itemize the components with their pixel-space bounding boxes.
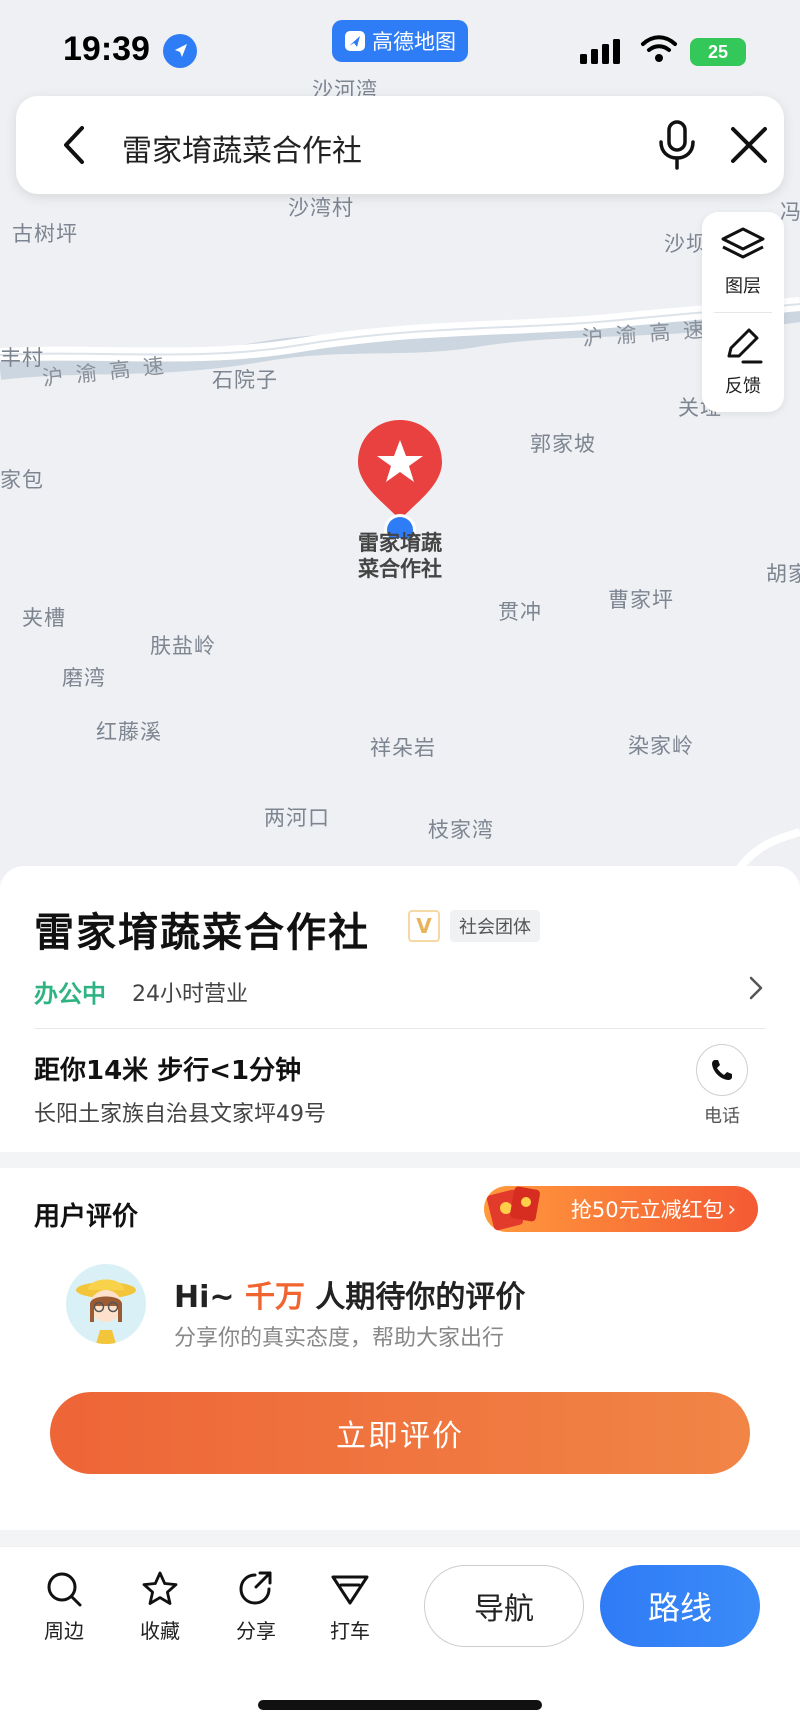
close-icon <box>731 127 767 163</box>
taxi-label: 打车 <box>330 1619 370 1643</box>
poi-title: 雷家堉蔬菜合作社 <box>34 910 370 956</box>
distance-info: 距你14米 步行<1分钟 <box>34 1056 302 1086</box>
share-button[interactable]: 分享 <box>216 1569 296 1655</box>
poi-info-card: 雷家堉蔬菜合作社 V 社会团体 办公中 24小时营业 距你14米 步行<1分钟 … <box>0 866 800 1152</box>
place-label: 曹家坪 <box>608 588 674 612</box>
home-indicator <box>258 1700 542 1710</box>
reviewer-avatar-icon <box>66 1264 146 1344</box>
place-label: 两河口 <box>264 806 330 830</box>
nearby-label: 周边 <box>44 1619 84 1643</box>
status-bar: 19:39 高德地图 25 <box>0 0 800 100</box>
cellular-signal-icon <box>580 39 620 64</box>
review-section-title: 用户评价 <box>34 1202 139 1232</box>
place-label: 贯冲 <box>498 600 542 624</box>
address: 长阳土家族自治县文家坪49号 <box>34 1102 326 1127</box>
map-tools-panel: 图层 反馈 <box>702 212 784 412</box>
place-label: 磨湾 <box>62 666 106 690</box>
review-prompt: Hi~ 千万 人期待你的评价 <box>174 1272 525 1316</box>
place-label: 沙湾村 <box>288 196 354 220</box>
battery-level: 25 <box>707 41 729 62</box>
place-label: 红藤溪 <box>96 720 162 744</box>
chevron-right-icon[interactable] <box>746 974 766 1002</box>
battery-indicator: 25 <box>690 38 746 66</box>
feedback-label: 反馈 <box>725 376 761 397</box>
avatar <box>66 1264 146 1344</box>
gaode-logo-icon <box>345 31 365 51</box>
phone-icon <box>712 1060 732 1080</box>
layers-button[interactable]: 图层 <box>702 212 784 312</box>
favorite-label: 收藏 <box>140 1619 180 1643</box>
promo-label: 抢50元立减红包 <box>570 1198 724 1222</box>
navigate-button[interactable]: 导航 <box>424 1565 584 1647</box>
place-label: 胡家 <box>766 562 800 586</box>
search-bar[interactable]: 雷家堉蔬菜合作社 <box>16 96 784 194</box>
red-envelope-icon <box>486 1186 540 1231</box>
business-hours[interactable]: 24小时营业 <box>132 976 248 1008</box>
prompt-highlight: 千万 <box>244 1280 305 1315</box>
place-label: 肤盐岭 <box>150 634 216 658</box>
taxi-icon <box>331 1575 369 1605</box>
place-label: 枝家湾 <box>428 818 494 842</box>
edit-icon <box>727 328 763 364</box>
place-label: 古树坪 <box>12 222 78 246</box>
place-label: 石院子 <box>212 368 278 392</box>
map-pin-icon <box>358 420 442 546</box>
poi-marker[interactable] <box>352 418 448 546</box>
share-icon <box>239 1571 272 1605</box>
app-return-pill[interactable]: 高德地图 <box>332 20 468 62</box>
layers-label: 图层 <box>725 276 761 297</box>
search-query[interactable]: 雷家堉蔬菜合作社 <box>122 126 362 170</box>
place-label: 家包 <box>0 468 44 492</box>
review-card: 用户评价 抢50元立减红包 › Hi~ 千万 人期待你的评价 分享你的真实态度，… <box>0 1168 800 1530</box>
place-label: 染家岭 <box>628 734 694 758</box>
place-label: 夹槽 <box>22 606 66 630</box>
review-subtitle: 分享你的真实态度，帮助大家出行 <box>174 1326 505 1351</box>
rate-now-button[interactable]: 立即评价 <box>50 1392 750 1474</box>
share-label: 分享 <box>236 1619 276 1643</box>
star-icon <box>142 1571 178 1605</box>
layers-icon <box>721 227 765 259</box>
red-packet-promo-button[interactable]: 抢50元立减红包 › <box>484 1186 758 1232</box>
phone-button[interactable] <box>696 1044 748 1096</box>
nearby-button[interactable]: 周边 <box>24 1569 104 1655</box>
category-tag: 社会团体 <box>450 910 540 942</box>
wifi-icon <box>641 35 677 62</box>
place-label: 祥朵岩 <box>370 736 436 760</box>
microphone-icon <box>659 120 695 170</box>
favorite-button[interactable]: 收藏 <box>120 1569 200 1655</box>
marker-label-line: 雷家堉蔬 <box>358 531 442 555</box>
verified-badge: V <box>408 910 440 942</box>
divider <box>34 1028 766 1029</box>
route-button[interactable]: 路线 <box>600 1565 760 1647</box>
open-status: 办公中 <box>34 980 106 1008</box>
close-button[interactable] <box>724 120 774 170</box>
status-time: 19:39 <box>63 30 150 68</box>
feedback-button[interactable]: 反馈 <box>702 312 784 412</box>
voice-search-button[interactable] <box>652 118 702 172</box>
place-label: 郭家坡 <box>530 432 596 456</box>
chevron-right-icon: › <box>727 1197 736 1221</box>
marker-label: 雷家堉蔬 菜合作社 <box>340 530 460 582</box>
back-button[interactable] <box>50 120 100 170</box>
app-name: 高德地图 <box>372 30 456 54</box>
taxi-button[interactable]: 打车 <box>310 1569 390 1655</box>
search-icon <box>47 1572 82 1607</box>
marker-label-line: 菜合作社 <box>358 557 442 581</box>
phone-label[interactable]: 电话 <box>696 1102 748 1128</box>
location-arrow-icon <box>163 34 197 68</box>
prompt-suffix: 人期待你的评价 <box>304 1280 526 1315</box>
prompt-prefix: Hi~ <box>174 1280 245 1315</box>
chevron-left-icon <box>64 126 84 164</box>
place-label: 丰村 <box>0 346 44 370</box>
